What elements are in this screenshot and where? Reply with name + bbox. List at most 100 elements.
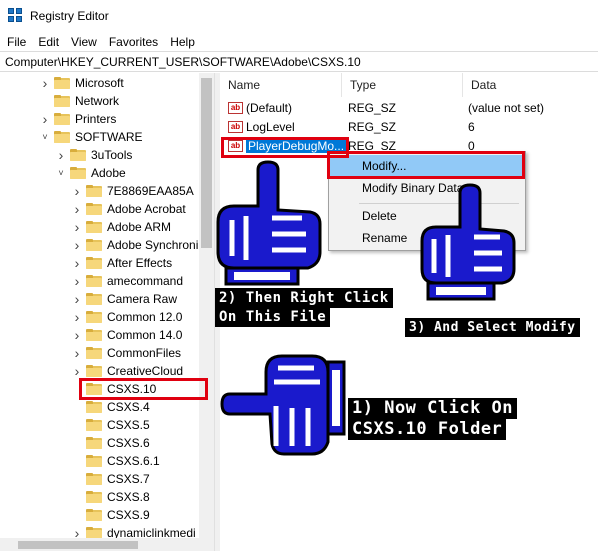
- no-chevron: [72, 510, 82, 520]
- tree-item[interactable]: CSXS.6: [72, 434, 150, 452]
- tree-item[interactable]: › CommonFiles: [72, 344, 181, 362]
- folder-icon: [86, 401, 102, 413]
- chevron-right-icon[interactable]: ›: [72, 255, 82, 271]
- pointing-hand-up-icon: [420, 183, 516, 301]
- tree-item[interactable]: › 7E8869EAA85A: [72, 182, 194, 200]
- chevron-right-icon[interactable]: ›: [72, 183, 82, 199]
- folder-icon: [86, 455, 102, 467]
- tree-item[interactable]: Network: [40, 92, 119, 110]
- tree-item-label: Adobe Synchroni: [107, 238, 199, 252]
- value-name: (Default): [246, 100, 293, 115]
- value-row[interactable]: ab LogLevel REG_SZ 6: [220, 117, 598, 136]
- tree-item[interactable]: › Adobe ARM: [72, 218, 171, 236]
- tree-item-label: Adobe: [91, 166, 126, 180]
- tree-item[interactable]: › Adobe Acrobat: [72, 200, 186, 218]
- chevron-right-icon[interactable]: ›: [40, 75, 50, 91]
- menu-edit[interactable]: Edit: [32, 35, 65, 49]
- chevron-right-icon[interactable]: ›: [72, 237, 82, 253]
- folder-icon: [86, 437, 102, 449]
- folder-icon: [86, 239, 102, 251]
- folder-icon: [54, 113, 70, 125]
- tree-item[interactable]: CSXS.9: [72, 506, 150, 524]
- folder-icon: [86, 185, 102, 197]
- folder-icon: [86, 509, 102, 521]
- window-title: Registry Editor: [30, 9, 109, 23]
- tree-item[interactable]: › After Effects: [72, 254, 172, 272]
- column-header-type[interactable]: Type: [342, 73, 463, 97]
- scroll-thumb[interactable]: [18, 541, 138, 549]
- folder-icon: [54, 95, 70, 107]
- tree-item[interactable]: CSXS.4: [72, 398, 150, 416]
- chevron-right-icon[interactable]: ›: [72, 345, 82, 361]
- registry-editor-icon: [8, 8, 24, 24]
- chevron-right-icon[interactable]: ›: [72, 309, 82, 325]
- chevron-right-icon[interactable]: ›: [56, 147, 66, 163]
- menu-view[interactable]: View: [65, 35, 103, 49]
- tree-item[interactable]: › 3uTools: [56, 146, 133, 164]
- string-value-icon: ab: [228, 120, 243, 133]
- no-chevron: [72, 474, 82, 484]
- annotation-step3: 3) And Select Modify: [405, 318, 580, 337]
- highlight-box-folder: [79, 378, 208, 400]
- tree-item[interactable]: › Adobe Synchroni: [72, 236, 199, 254]
- tree-item-label: Common 12.0: [107, 310, 183, 324]
- folder-icon: [86, 311, 102, 323]
- value-type: REG_SZ: [348, 100, 397, 115]
- tree-item-label: CSXS.6: [107, 436, 150, 450]
- chevron-right-icon[interactable]: ›: [72, 327, 82, 343]
- annotation-step1-line1: 1) Now Click On: [348, 398, 518, 419]
- tree-vertical-scrollbar[interactable]: [199, 73, 214, 540]
- chevron-right-icon[interactable]: ›: [72, 363, 82, 379]
- folder-icon: [86, 221, 102, 233]
- tree-item-label: Printers: [75, 112, 117, 126]
- tree-item[interactable]: › Common 14.0: [72, 326, 183, 344]
- tree-item[interactable]: › Microsoft: [40, 74, 124, 92]
- chevron-right-icon[interactable]: ›: [40, 111, 50, 127]
- no-chevron: [72, 438, 82, 448]
- value-row[interactable]: ab (Default) REG_SZ (value not set): [220, 98, 598, 117]
- chevron-right-icon[interactable]: ›: [72, 273, 82, 289]
- tree-item-label: 3uTools: [91, 148, 133, 162]
- tree-item-label: Adobe Acrobat: [107, 202, 186, 216]
- tree-item[interactable]: › Printers: [40, 110, 117, 128]
- scroll-thumb[interactable]: [201, 78, 212, 248]
- no-chevron: [72, 402, 82, 412]
- folder-icon: [86, 419, 102, 431]
- value-data: 6: [468, 119, 475, 134]
- no-chevron: [72, 456, 82, 466]
- folder-icon: [70, 167, 86, 179]
- tree-item[interactable]: CSXS.6.1: [72, 452, 160, 470]
- menu-help[interactable]: Help: [164, 35, 201, 49]
- chevron-down-icon[interactable]: ˅: [40, 132, 50, 142]
- column-header-data[interactable]: Data: [463, 73, 598, 97]
- tree-item-label: Adobe ARM: [107, 220, 172, 234]
- tree-item[interactable]: ˅ SOFTWARE: [40, 128, 143, 146]
- folder-icon: [54, 77, 70, 89]
- menu-favorites[interactable]: Favorites: [103, 35, 164, 49]
- tree-item-label: SOFTWARE: [75, 130, 143, 144]
- tree-item[interactable]: CSXS.7: [72, 470, 150, 488]
- tree-item[interactable]: › amecommand: [72, 272, 183, 290]
- tree-horizontal-scrollbar[interactable]: [0, 538, 214, 551]
- tree-item[interactable]: › Camera Raw: [72, 290, 177, 308]
- tree-item-label: CSXS.6.1: [107, 454, 160, 468]
- tree-item[interactable]: ˅ Adobe: [56, 164, 126, 182]
- chevron-right-icon[interactable]: ›: [72, 201, 82, 217]
- folder-icon: [86, 203, 102, 215]
- annotation-step1-line2: CSXS.10 Folder: [348, 419, 507, 440]
- chevron-right-icon[interactable]: ›: [72, 525, 82, 541]
- tree-item[interactable]: CSXS.8: [72, 488, 150, 506]
- tree-item[interactable]: CSXS.5: [72, 416, 150, 434]
- no-chevron: [72, 420, 82, 430]
- chevron-right-icon[interactable]: ›: [72, 219, 82, 235]
- column-header-name[interactable]: Name: [220, 73, 342, 97]
- chevron-right-icon[interactable]: ›: [72, 291, 82, 307]
- address-bar[interactable]: Computer\HKEY_CURRENT_USER\SOFTWARE\Adob…: [0, 51, 598, 72]
- folder-icon: [86, 329, 102, 341]
- tree-item-label: Common 14.0: [107, 328, 183, 342]
- menu-file[interactable]: File: [1, 35, 32, 49]
- tree-item[interactable]: › Common 12.0: [72, 308, 183, 326]
- chevron-down-icon[interactable]: ˅: [56, 168, 66, 178]
- folder-icon: [54, 131, 70, 143]
- tree-item-label: 7E8869EAA85A: [107, 184, 194, 198]
